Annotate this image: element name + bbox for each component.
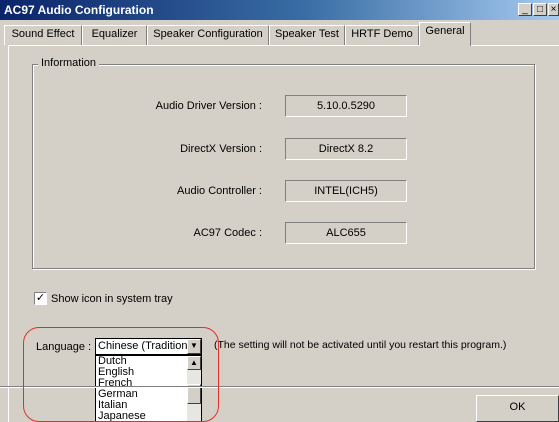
directx-version-label: DirectX Version : bbox=[180, 143, 262, 155]
tab-label: HRTF Demo bbox=[351, 28, 413, 40]
audio-controller-value: INTEL(ICH5) bbox=[314, 185, 378, 197]
maximize-button[interactable]: □ bbox=[533, 3, 547, 16]
maximize-icon: □ bbox=[536, 4, 544, 15]
tab-hrtf-demo[interactable]: HRTF Demo bbox=[345, 25, 419, 45]
directx-version-field: DirectX 8.2 bbox=[285, 138, 407, 160]
tab-speaker-test[interactable]: Speaker Test bbox=[269, 25, 345, 45]
tab-label: Speaker Configuration bbox=[153, 28, 263, 40]
driver-version-field: 5.10.0.5290 bbox=[285, 95, 407, 117]
information-legend: Information bbox=[38, 57, 100, 69]
bottom-separator bbox=[0, 386, 559, 388]
audio-controller-label: Audio Controller : bbox=[177, 185, 262, 197]
driver-version-value: 5.10.0.5290 bbox=[316, 100, 376, 112]
close-button[interactable]: × bbox=[548, 3, 559, 16]
tab-speaker-configuration[interactable]: Speaker Configuration bbox=[147, 25, 269, 45]
audio-controller-field: INTEL(ICH5) bbox=[285, 180, 407, 202]
tab-sound-effect[interactable]: Sound Effect bbox=[4, 25, 82, 45]
tab-label: Speaker Test bbox=[274, 28, 339, 40]
ac97-codec-field: ALC655 bbox=[285, 222, 407, 244]
ac97-codec-value: ALC655 bbox=[326, 227, 366, 239]
language-label: Language : bbox=[36, 341, 92, 353]
minimize-icon: _ bbox=[522, 4, 528, 15]
chevron-down-icon: ▼ bbox=[190, 341, 198, 350]
directx-version-value: DirectX 8.2 bbox=[318, 143, 374, 155]
dropdown-scrollbar[interactable]: ▲ bbox=[187, 356, 201, 421]
tab-equalizer[interactable]: Equalizer bbox=[82, 25, 147, 45]
title-bar[interactable]: AC97 Audio Configuration _ □ × bbox=[0, 0, 559, 20]
minimize-button[interactable]: _ bbox=[518, 3, 532, 16]
ok-button-label: OK bbox=[509, 401, 526, 413]
ok-button[interactable]: OK bbox=[476, 395, 559, 422]
language-select[interactable]: Chinese (Traditional) ▼ bbox=[95, 338, 202, 355]
show-tray-icon-label[interactable]: Show icon in system tray bbox=[51, 293, 173, 305]
check-icon: ✓ bbox=[35, 292, 46, 304]
window-title: AC97 Audio Configuration bbox=[4, 3, 154, 17]
tab-label: General bbox=[425, 25, 465, 37]
language-option-japanese[interactable]: Japanese bbox=[96, 411, 201, 422]
language-selected-value: Chinese (Traditional) bbox=[98, 340, 200, 352]
tab-general[interactable]: General bbox=[419, 22, 471, 46]
information-group bbox=[32, 64, 535, 269]
scroll-up-button[interactable]: ▲ bbox=[187, 356, 201, 370]
show-tray-icon-checkbox[interactable]: ✓ bbox=[34, 292, 47, 305]
language-dropdown-button[interactable]: ▼ bbox=[187, 339, 201, 354]
language-dropdown-list[interactable]: Dutch English French German Italian Japa… bbox=[95, 355, 202, 422]
tab-label: Sound Effect bbox=[11, 28, 75, 40]
ac97-codec-label: AC97 Codec : bbox=[193, 227, 262, 239]
tab-label: Equalizer bbox=[91, 28, 138, 40]
driver-version-label: Audio Driver Version : bbox=[155, 100, 262, 112]
close-icon: × bbox=[550, 4, 557, 15]
arrow-up-icon: ▲ bbox=[190, 358, 198, 367]
restart-note: (The setting will not be activated until… bbox=[214, 339, 507, 351]
